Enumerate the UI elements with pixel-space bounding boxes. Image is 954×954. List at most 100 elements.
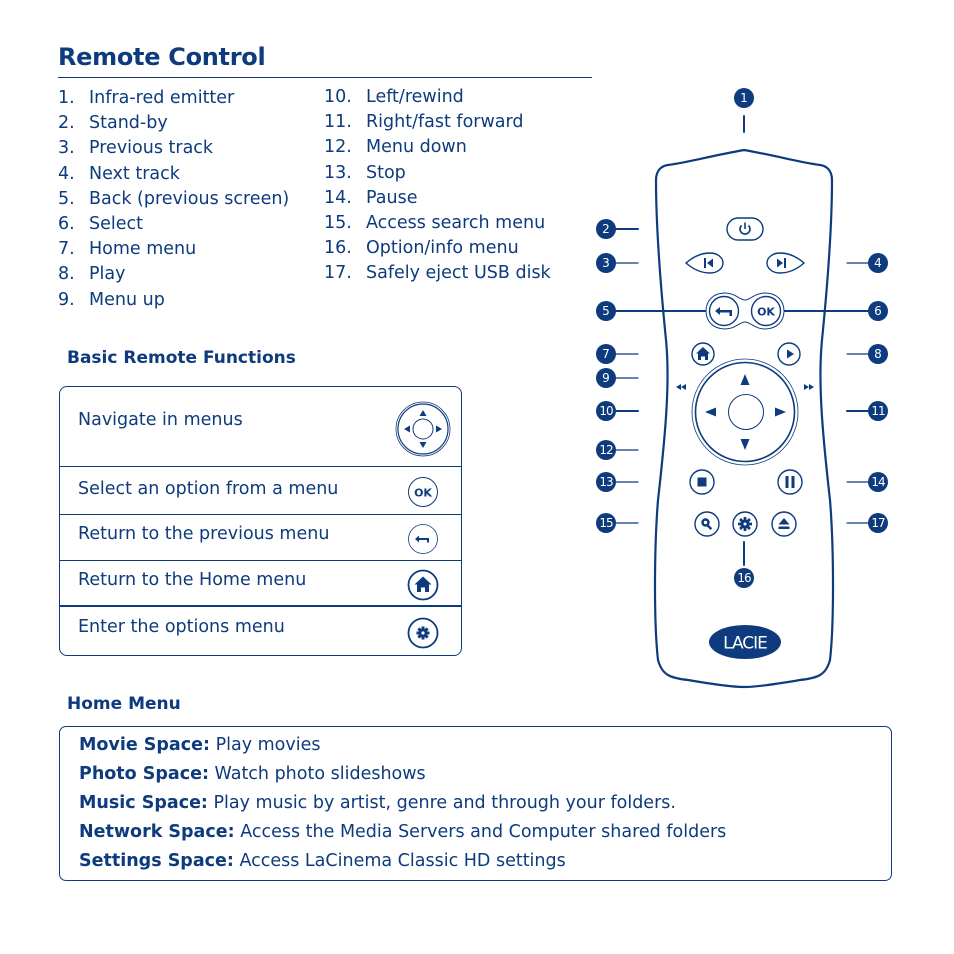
callout-badge-12: 12: [596, 440, 616, 460]
home-menu-item: Movie Space: Play movies: [79, 735, 320, 755]
svg-text:2: 2: [602, 222, 610, 236]
legend-label: Access search menu: [366, 213, 546, 234]
home-menu-item: Photo Space: Watch photo slideshows: [79, 764, 426, 784]
function-row: Select an option from a menu OK: [60, 467, 461, 515]
home-menu-box: Movie Space: Play movies Photo Space: Wa…: [59, 726, 892, 881]
back-arrow-icon: [408, 524, 438, 554]
svg-text:12: 12: [599, 443, 613, 457]
legend-number: 3.: [58, 138, 75, 159]
callout-badge-15: 15: [596, 513, 616, 533]
legend-item: 13. Stop: [324, 161, 551, 186]
stop-icon: [697, 477, 707, 487]
legend-item: 15. Access search menu: [324, 211, 551, 236]
callout-badge-14: 14: [868, 472, 888, 492]
callout-badge-7: 7: [596, 344, 616, 364]
legend-number: 16.: [324, 238, 352, 259]
rewind-icon: [676, 384, 686, 390]
home-menu-item: Music Space: Play music by artist, genre…: [79, 793, 676, 813]
legend-item: 4. Next track: [58, 162, 289, 187]
function-row: Enter the options menu: [60, 607, 461, 655]
space-name: Settings Space:: [79, 851, 234, 871]
callout-badge-16: 16: [734, 568, 754, 588]
ok-icon: OK: [408, 477, 438, 507]
legend-label: Right/fast forward: [366, 112, 524, 133]
callout-badge-1: 1: [734, 88, 754, 108]
svg-text:10: 10: [599, 404, 613, 418]
legend-label: Left/rewind: [366, 87, 464, 107]
function-label: Return to the previous menu: [78, 524, 330, 544]
legend-item: 7. Home menu: [58, 237, 289, 262]
legend-item: 10. Left/rewind: [324, 85, 551, 110]
function-row: Navigate in menus: [60, 387, 461, 467]
space-description: Access the Media Servers and Computer sh…: [234, 822, 727, 842]
space-description: Access LaCinema Classic HD settings: [233, 851, 566, 871]
legend-item: 16. Option/info menu: [324, 236, 551, 261]
svg-text:6: 6: [874, 304, 882, 318]
function-row: Return to the previous menu: [60, 515, 461, 561]
basic-functions-heading: Basic Remote Functions: [67, 348, 296, 368]
fast-forward-icon: [804, 384, 814, 390]
legend-item: 1. Infra-red emitter: [58, 86, 289, 111]
svg-text:16: 16: [737, 571, 751, 585]
legend-number: 8.: [58, 264, 75, 285]
legend-label: Previous track: [89, 138, 214, 159]
dpad-icon: [395, 401, 451, 457]
space-description: Play music by artist, genre and through …: [207, 793, 676, 813]
legend-label: Next track: [89, 163, 180, 184]
right-arrow-icon: [775, 407, 786, 417]
legend-label: Option/info menu: [366, 238, 519, 259]
title-divider: [58, 77, 592, 78]
legend-number: 6.: [58, 214, 75, 235]
svg-text:15: 15: [599, 516, 613, 530]
ok-label: OK: [757, 306, 775, 319]
svg-text:11: 11: [871, 404, 885, 418]
callout-badge-2: 2: [596, 219, 616, 239]
legend-number: 10.: [324, 87, 352, 107]
svg-text:14: 14: [871, 475, 885, 489]
callout-badge-6: 6: [868, 301, 888, 321]
left-arrow-icon: [705, 407, 716, 417]
lacie-logo-text: LACIE: [723, 634, 767, 654]
svg-text:8: 8: [874, 347, 882, 361]
callout-badge-10: 10: [596, 401, 616, 421]
callout-badge-3: 3: [596, 253, 616, 273]
up-arrow-icon: [740, 374, 750, 385]
home-icon: [407, 569, 439, 601]
svg-text:5: 5: [602, 304, 610, 318]
legend-number: 13.: [324, 162, 352, 183]
page-title: Remote Control: [58, 43, 266, 71]
previous-icon: [704, 258, 706, 268]
space-description: Play movies: [210, 735, 321, 755]
legend-label: Stand-by: [89, 113, 168, 134]
svg-text:OK: OK: [414, 487, 432, 500]
home-menu-heading: Home Menu: [67, 694, 181, 714]
legend-label: Pause: [366, 187, 418, 208]
pause-button: [777, 469, 803, 495]
legend-label: Menu up: [89, 289, 165, 310]
legend-item: 3. Previous track: [58, 136, 289, 161]
legend-list-right: 10. Left/rewind 11. Right/fast forward 12.…: [324, 85, 551, 287]
legend-item: 11. Right/fast forward: [324, 110, 551, 135]
legend-label: Home menu: [89, 239, 197, 260]
dpad-center-button: [728, 394, 764, 430]
legend-label: Stop: [366, 162, 406, 183]
legend-item: 17. Safely eject USB disk: [324, 261, 551, 286]
legend-number: 5.: [58, 188, 75, 209]
legend-number: 15.: [324, 213, 352, 234]
legend-item: 8. Play: [58, 262, 289, 287]
callout-badge-5: 5: [596, 301, 616, 321]
remote-diagram: OK LACIE 123 45 67 8910 111213 14151617: [596, 88, 888, 689]
legend-number: 1.: [58, 88, 75, 108]
legend-item: 14. Pause: [324, 186, 551, 211]
svg-text:3: 3: [602, 256, 610, 270]
legend-number: 7.: [58, 239, 75, 260]
space-name: Music Space:: [79, 793, 208, 813]
space-name: Movie Space:: [79, 735, 210, 755]
legend-number: 14.: [324, 187, 352, 208]
function-row: Return to the Home menu: [60, 561, 461, 607]
basic-functions-table: Navigate in menus Select an option from …: [59, 386, 462, 656]
callout-badge-8: 8: [868, 344, 888, 364]
legend-number: 4.: [58, 163, 75, 184]
svg-text:13: 13: [599, 475, 613, 489]
legend-item: 5. Back (previous screen): [58, 187, 289, 212]
